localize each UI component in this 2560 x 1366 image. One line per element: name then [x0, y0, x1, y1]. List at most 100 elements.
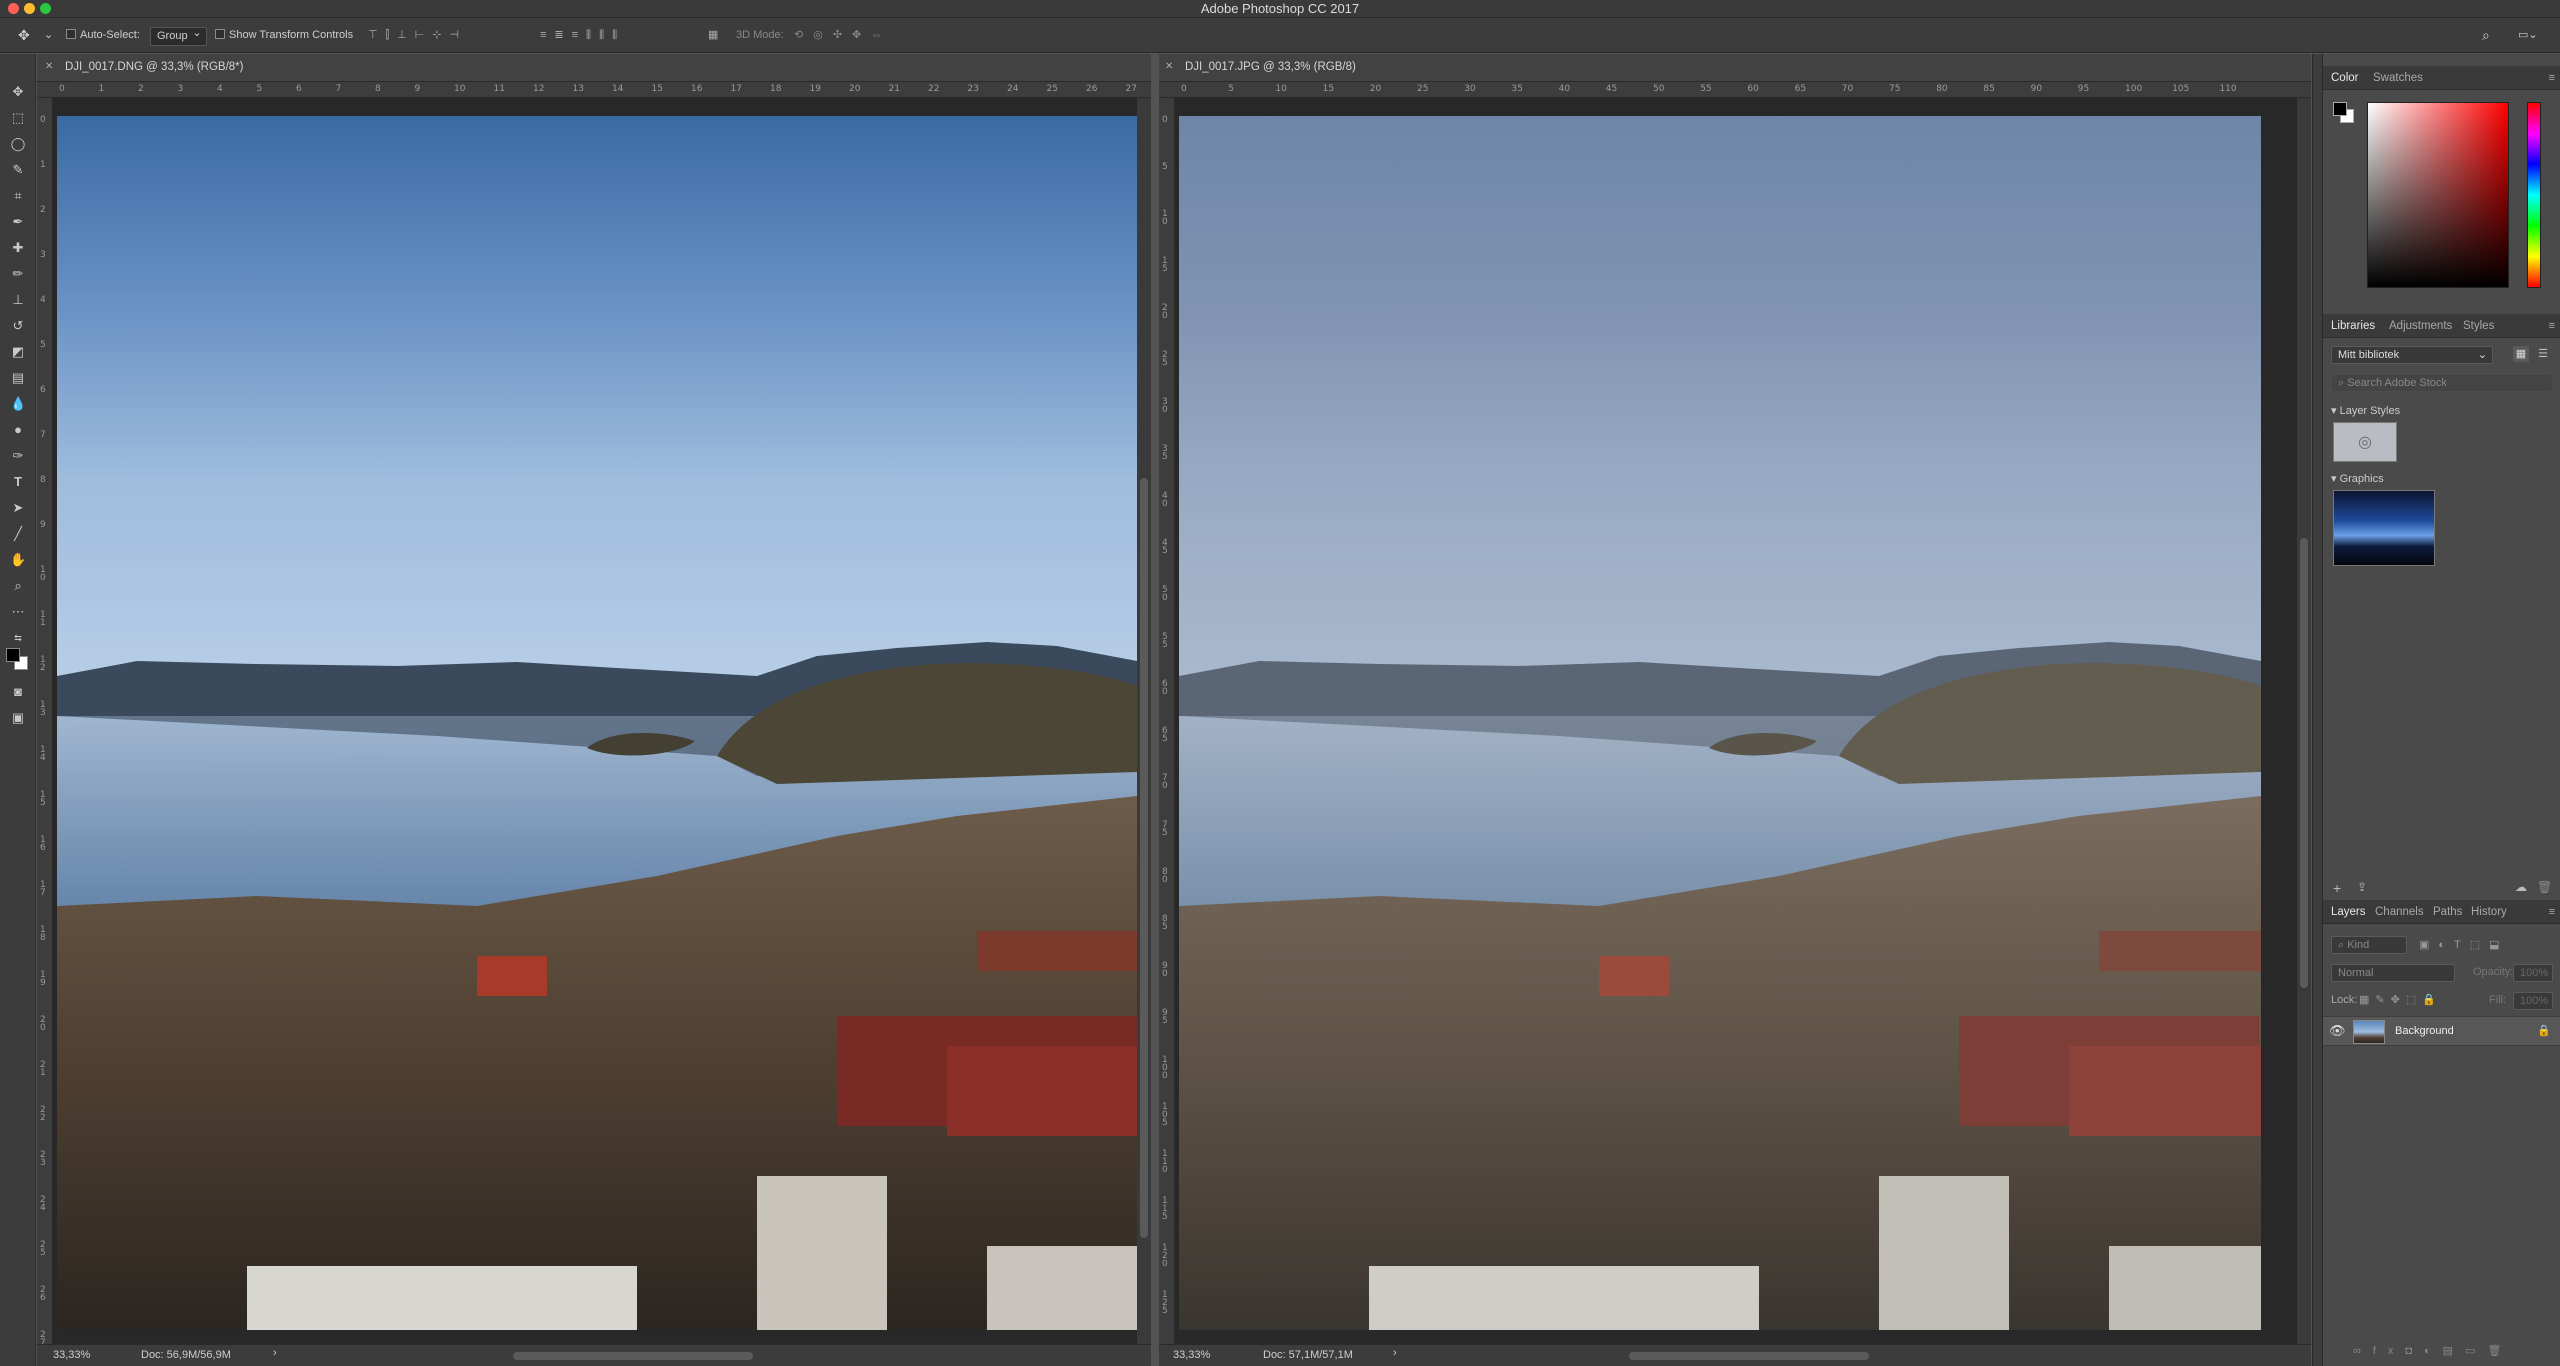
graphic-thumbnail[interactable]: [2333, 490, 2435, 566]
tab-history[interactable]: History: [2471, 906, 2507, 918]
scrollbar-thumb[interactable]: [2300, 538, 2308, 988]
document-info[interactable]: Doc: 57,1M/57,1M: [1263, 1349, 1353, 1361]
vertical-scrollbar[interactable]: [1137, 98, 1151, 1344]
more-tools-icon[interactable]: ⋯: [10, 604, 26, 620]
panel-menu-icon[interactable]: ≡: [2549, 72, 2555, 84]
lasso-tool-icon[interactable]: ◯: [10, 136, 26, 152]
eraser-tool-icon[interactable]: ◩: [10, 344, 26, 360]
dodge-tool-icon[interactable]: ●: [10, 422, 26, 438]
library-select[interactable]: Mitt bibliotek ⌄: [2331, 346, 2493, 364]
marquee-tool-icon[interactable]: ⬚: [10, 110, 26, 126]
align-icons-group[interactable]: ⊤⫿⊥⊢⊹⊣: [368, 27, 467, 44]
zoom-tool-icon[interactable]: ⌕: [10, 578, 26, 594]
fill-input[interactable]: 100%: [2513, 992, 2553, 1010]
horizontal-scrollbar-thumb[interactable]: [1629, 1352, 1869, 1360]
foreground-color-swatch[interactable]: [6, 648, 20, 662]
line-tool-icon[interactable]: ╱: [10, 526, 26, 542]
trash-icon[interactable]: 🗑: [2537, 880, 2552, 894]
opacity-input[interactable]: 100%: [2513, 964, 2553, 982]
horizontal-ruler[interactable]: 0 1 2 3 4 5 6 7 8 9 10 11 12 13 14 15 16 17 18 19 20 21 22 23 24…: [37, 82, 1151, 98]
vertical-scrollbar[interactable]: [2297, 98, 2311, 1344]
gradient-tool-icon[interactable]: ▤: [10, 370, 26, 386]
tab-styles[interactable]: Styles: [2463, 320, 2494, 332]
section-graphics[interactable]: ▾ Graphics: [2331, 472, 2384, 485]
crop-tool-icon[interactable]: ⌗: [10, 188, 26, 204]
move-tool-icon[interactable]: ✥: [10, 84, 26, 100]
eye-icon[interactable]: 👁: [2329, 1023, 2346, 1039]
blur-tool-icon[interactable]: 💧: [10, 396, 26, 412]
panel-menu-icon[interactable]: ≡: [2549, 906, 2555, 918]
scrollbar-thumb[interactable]: [1140, 478, 1148, 1238]
document-info[interactable]: Doc: 56,9M/56,9M: [141, 1349, 231, 1361]
layer-row[interactable]: 👁 Background 🔒: [2323, 1016, 2560, 1046]
color-picker-field[interactable]: [2367, 102, 2509, 288]
path-selection-tool-icon[interactable]: ➤: [10, 500, 26, 516]
image-canvas-dng[interactable]: [57, 116, 1137, 1330]
swap-colors-icon[interactable]: ⇆: [10, 630, 26, 646]
layer-style-thumbnail[interactable]: ◎: [2333, 422, 2397, 462]
chevron-right-icon[interactable]: ›: [273, 1347, 277, 1359]
eyedropper-tool-icon[interactable]: ✒: [10, 214, 26, 230]
auto-select-dropdown[interactable]: Group: [150, 25, 207, 46]
tab-libraries[interactable]: Libraries: [2331, 320, 2375, 332]
horizontal-scrollbar-thumb[interactable]: [513, 1352, 753, 1360]
vertical-ruler[interactable]: 0 5 10 15 20 25 30 35 40 45 50 55 60 65 70 75 80 85 90 95 10…: [1159, 98, 1175, 1344]
move-tool-icon[interactable]: ✥: [18, 27, 30, 44]
workspace-icon[interactable]: ▭⌄: [2518, 27, 2538, 44]
tab-swatches[interactable]: Swatches: [2373, 72, 2423, 84]
tab-paths[interactable]: Paths: [2433, 906, 2462, 918]
horizontal-ruler[interactable]: 0 5 10 15 20 25 30 35 40 45 50 55 60 65 70 75 80 85 90 95 10…: [1159, 82, 2311, 98]
quick-select-tool-icon[interactable]: ✎: [10, 162, 26, 178]
quick-mask-icon[interactable]: ◙: [10, 684, 26, 700]
tab-color[interactable]: Color: [2331, 72, 2358, 84]
upload-icon[interactable]: ⇪: [2357, 880, 2367, 894]
screen-mode-icon[interactable]: ▣: [10, 710, 26, 726]
show-transform-checkbox[interactable]: Show Transform Controls: [215, 27, 353, 44]
healing-brush-tool-icon[interactable]: ✚: [10, 240, 26, 256]
document-tab-jpg[interactable]: ✕ DJI_0017.JPG @ 33,3% (RGB/8): [1159, 54, 2311, 82]
list-view-icon[interactable]: ☰: [2535, 346, 2551, 362]
zoom-level[interactable]: 33,33%: [53, 1349, 90, 1361]
chevron-down-icon[interactable]: ⌄: [44, 27, 53, 44]
zoom-level[interactable]: 33,33%: [1173, 1349, 1210, 1361]
layers-footer-icons[interactable]: ∞fx◘◐▤▭🗑: [2353, 1344, 2513, 1357]
cloud-sync-icon[interactable]: ☁: [2515, 880, 2527, 894]
stock-search-input[interactable]: ⌕ Search Adobe Stock: [2331, 374, 2553, 392]
tab-layers[interactable]: Layers: [2331, 906, 2366, 918]
close-tab-icon[interactable]: ✕: [1165, 61, 1173, 72]
close-tab-icon[interactable]: ✕: [45, 61, 53, 72]
search-icon[interactable]: ⌕: [2482, 27, 2490, 44]
type-tool-icon[interactable]: T: [10, 474, 26, 490]
auto-align-icon[interactable]: ▦: [708, 27, 718, 44]
lock-icon[interactable]: 🔒: [2537, 1024, 2551, 1037]
document-tab-dng[interactable]: ✕ DJI_0017.DNG @ 33,3% (RGB/8*): [37, 54, 1151, 82]
clone-stamp-tool-icon[interactable]: ⊥: [10, 292, 26, 308]
hand-tool-icon[interactable]: ✋: [10, 552, 26, 568]
lock-icons[interactable]: ▦✎✥⬚🔒: [2359, 993, 2442, 1006]
image-canvas-jpg[interactable]: [1179, 116, 2261, 1330]
grid-view-icon[interactable]: ▦: [2513, 346, 2529, 362]
section-layer-styles[interactable]: ▾ Layer Styles: [2331, 404, 2400, 417]
chevron-down-icon: ⌄: [2477, 349, 2487, 361]
layer-name[interactable]: Background: [2395, 1025, 2454, 1037]
tab-channels[interactable]: Channels: [2375, 906, 2424, 918]
auto-select-checkbox[interactable]: Auto-Select:: [66, 27, 140, 44]
tab-adjustments[interactable]: Adjustments: [2389, 320, 2452, 332]
chevron-right-icon[interactable]: ›: [1393, 1347, 1397, 1359]
panel-menu-icon[interactable]: ≡: [2549, 320, 2555, 332]
mode-3d-icons-group[interactable]: ⟲◎✣✥⇔: [794, 27, 892, 44]
distribute-icons-group[interactable]: ≡≣≡⫼⫼⫼: [540, 27, 625, 44]
layer-filter-icons[interactable]: ▣◐T⬚⬓: [2419, 938, 2509, 951]
blend-mode-select[interactable]: Normal: [2331, 964, 2455, 982]
zoom-window-button[interactable]: [40, 3, 51, 14]
close-window-button[interactable]: [8, 3, 19, 14]
pen-tool-icon[interactable]: ✑: [10, 448, 26, 464]
vertical-ruler[interactable]: 0 1 2 3 4 5 6 7 8 9 10 11 12 13 14 15 16 17 18 19 20 21 22 23 24…: [37, 98, 53, 1344]
layer-filter-select[interactable]: ⌕ Kind: [2331, 936, 2407, 954]
add-icon[interactable]: +: [2333, 880, 2341, 896]
minimize-window-button[interactable]: [24, 3, 35, 14]
brush-tool-icon[interactable]: ✏: [10, 266, 26, 282]
history-brush-tool-icon[interactable]: ↺: [10, 318, 26, 334]
foreground-color-swatch[interactable]: [2333, 102, 2347, 116]
hue-slider[interactable]: [2527, 102, 2541, 288]
